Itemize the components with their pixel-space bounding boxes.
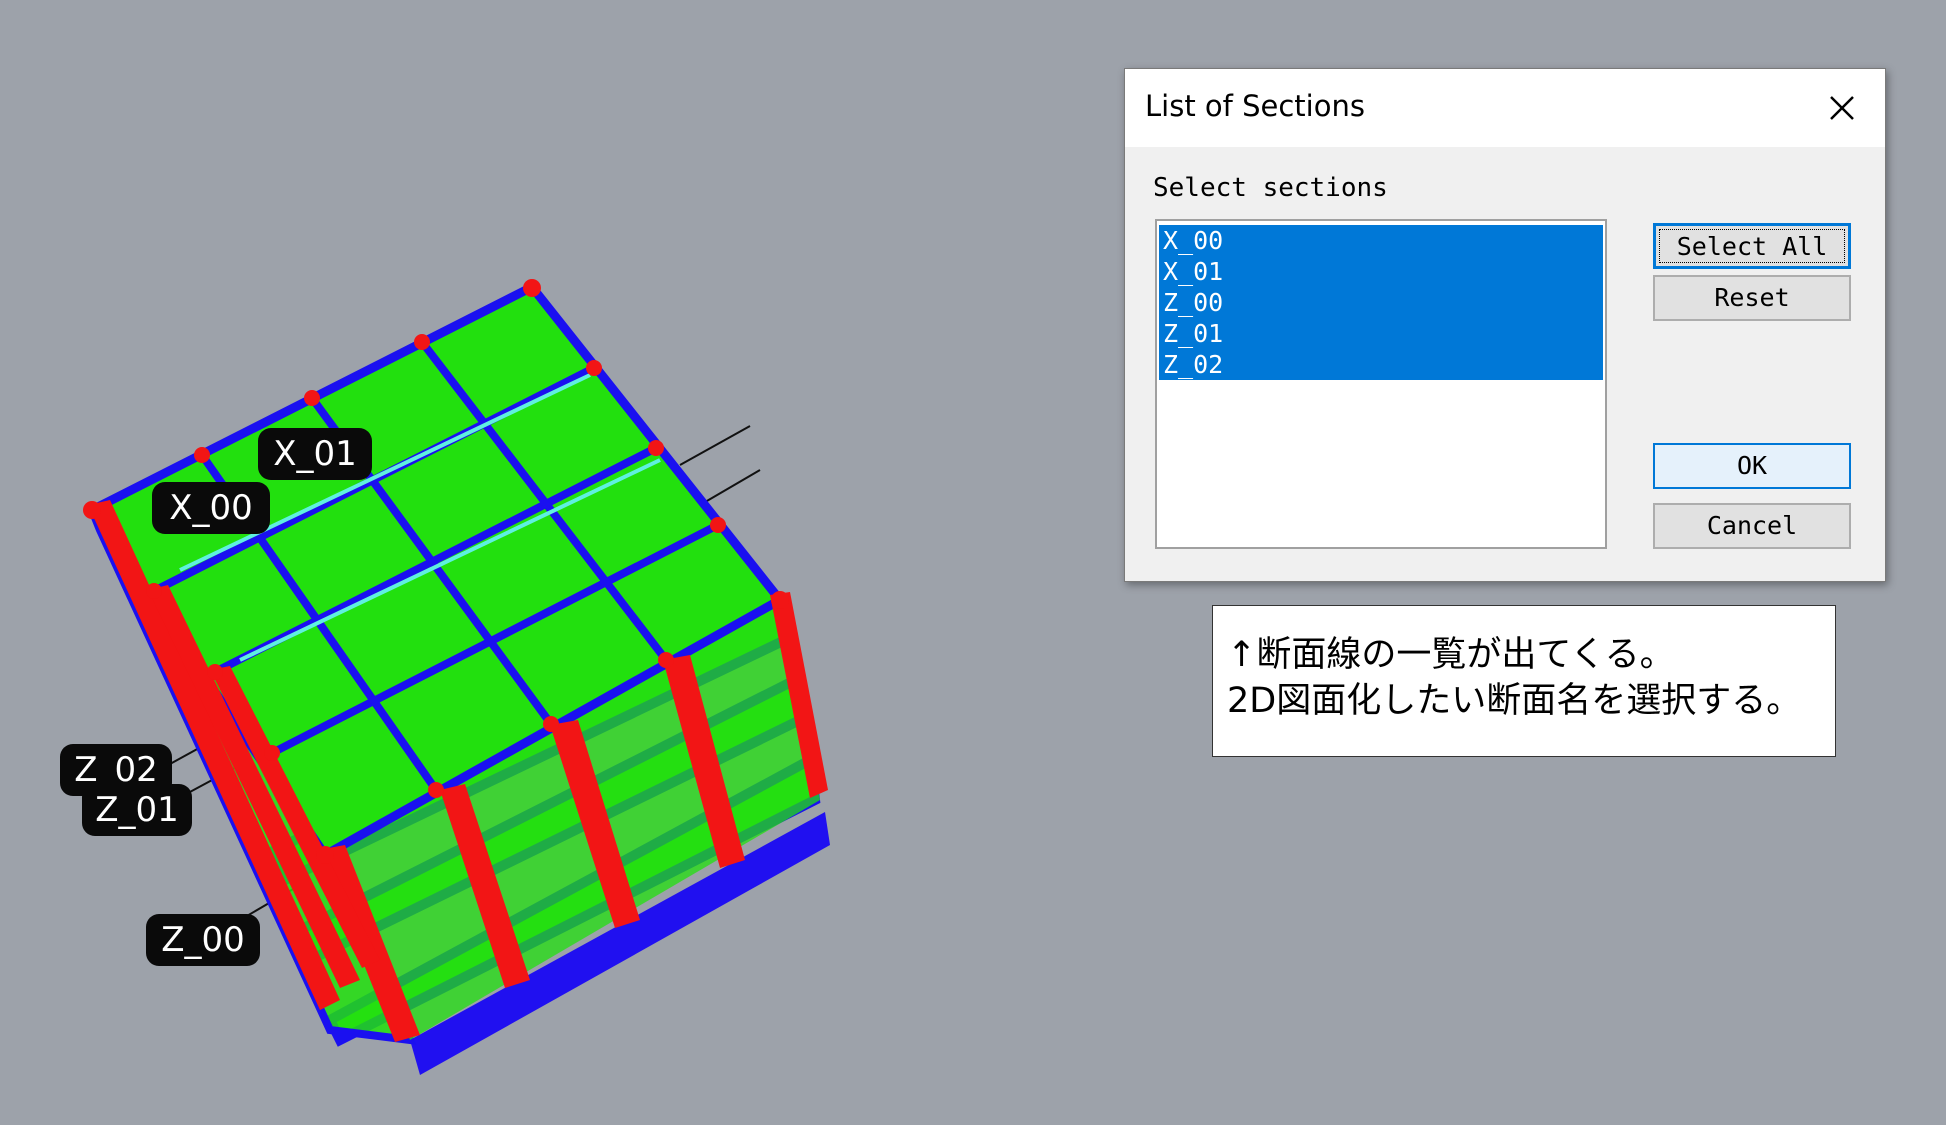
annotation-note: ↑断面線の一覧が出てくる。 2D図面化したい断面名を選択する。: [1212, 605, 1836, 757]
ok-button[interactable]: OK: [1653, 443, 1851, 489]
node: [710, 517, 726, 533]
dialog-title: List of Sections: [1145, 89, 1365, 123]
dialog-titlebar[interactable]: List of Sections: [1125, 69, 1885, 147]
section-tag-z01[interactable]: Z_01: [82, 784, 192, 836]
node: [658, 652, 674, 668]
node: [264, 745, 280, 761]
node: [316, 846, 334, 864]
node: [543, 716, 559, 732]
list-item-z02[interactable]: Z_02: [1159, 349, 1603, 380]
close-button[interactable]: [1817, 83, 1867, 133]
node: [414, 334, 430, 350]
select-sections-label: Select sections: [1153, 173, 1388, 203]
list-item-x01[interactable]: X_01: [1159, 256, 1603, 287]
node: [304, 390, 320, 406]
list-item-z01[interactable]: Z_01: [1159, 318, 1603, 349]
list-item-z00[interactable]: Z_00: [1159, 287, 1603, 318]
select-all-button[interactable]: Select All: [1653, 223, 1851, 269]
node: [194, 447, 210, 463]
list-of-sections-dialog: List of Sections Select sections X_00 X_…: [1124, 68, 1886, 582]
note-line-2: 2D図面化したい断面名を選択する。: [1227, 681, 1802, 721]
cancel-button[interactable]: Cancel: [1653, 503, 1851, 549]
node: [523, 279, 541, 297]
node: [207, 664, 223, 680]
reset-button[interactable]: Reset: [1653, 275, 1851, 321]
node: [146, 583, 162, 599]
node: [648, 440, 664, 456]
section-tag-z00[interactable]: Z_00: [146, 914, 260, 966]
close-icon: [1830, 96, 1854, 120]
node: [771, 591, 789, 609]
note-line-1: ↑断面線の一覧が出てくる。: [1227, 635, 1675, 675]
list-item-x00[interactable]: X_00: [1159, 225, 1603, 256]
node: [83, 501, 101, 519]
sections-listbox[interactable]: X_00 X_01 Z_00 Z_01 Z_02: [1155, 219, 1607, 549]
section-tag-x00[interactable]: X_00: [152, 482, 270, 534]
section-tag-x01[interactable]: X_01: [258, 428, 372, 480]
node: [428, 782, 444, 798]
node: [586, 360, 602, 376]
